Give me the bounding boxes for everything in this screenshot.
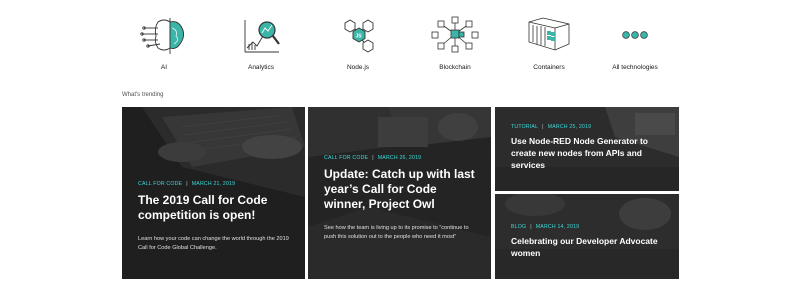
tech-label: Analytics xyxy=(247,64,274,71)
card-content: BLOG | MARCH 14, 2019 Celebrating our Deve… xyxy=(511,224,663,259)
card-meta: CALL FOR CODE | MARCH 21, 2019 xyxy=(138,181,289,187)
meta-separator: | xyxy=(542,124,544,130)
tech-label: All technologies xyxy=(612,64,658,71)
meta-separator: | xyxy=(530,224,532,230)
svg-text:JS: JS xyxy=(356,34,363,40)
card-date: MARCH 26, 2019 xyxy=(377,155,422,161)
tech-label: AI xyxy=(160,64,168,71)
card-category: CALL FOR CODE xyxy=(138,181,183,187)
analytics-magnifier-icon xyxy=(244,20,280,53)
card-content: CALL FOR CODE | MARCH 26, 2019 Update: Cat… xyxy=(324,155,475,242)
card-description: Learn how your code can change the world… xyxy=(138,236,289,251)
card-date: MARCH 14, 2019 xyxy=(535,224,580,230)
meta-separator: | xyxy=(372,155,374,161)
tech-analytics[interactable]: Analytics xyxy=(211,14,311,80)
tech-all[interactable]: All technologies xyxy=(585,14,685,80)
tech-label: Containers xyxy=(533,64,565,71)
tech-blockchain[interactable]: Blockchain xyxy=(405,14,505,80)
blockchain-cubes-icon xyxy=(431,16,479,53)
card-description: See how the team is living up to its pro… xyxy=(324,225,469,240)
card-content: CALL FOR CODE | MARCH 21, 2019 The 2019 Ca… xyxy=(138,181,289,253)
card-title: Use Node-RED Node Generator to create ne… xyxy=(511,136,648,170)
card-title: Celebrating our Developer Advocate women xyxy=(511,236,658,258)
ai-brain-icon xyxy=(140,18,185,54)
card-category: BLOG xyxy=(511,224,527,230)
meta-separator: | xyxy=(186,181,188,187)
nodejs-hexagon-icon: JS xyxy=(344,19,374,53)
card-date: MARCH 25, 2019 xyxy=(547,124,592,130)
trending-card-advocates[interactable]: BLOG | MARCH 14, 2019 Celebrating our Deve… xyxy=(495,194,679,279)
card-meta: BLOG | MARCH 14, 2019 xyxy=(511,224,663,230)
technology-nav: AI Analytics JS Node.js Blockchain Conta… xyxy=(0,0,800,80)
trending-card-project-owl[interactable]: CALL FOR CODE | MARCH 26, 2019 Update: Cat… xyxy=(308,107,491,279)
tech-containers[interactable]: Containers xyxy=(499,14,599,80)
card-meta: TUTORIAL | MARCH 25, 2019 xyxy=(511,124,663,130)
card-category: TUTORIAL xyxy=(511,124,539,130)
card-title: Update: Catch up with last year’s Call f… xyxy=(324,167,475,211)
card-content: TUTORIAL | MARCH 25, 2019 Use Node-RED Nod… xyxy=(511,124,663,171)
dots-icon xyxy=(622,31,648,39)
card-category: CALL FOR CODE xyxy=(324,155,369,161)
tech-label: Node.js xyxy=(346,64,370,71)
card-meta: CALL FOR CODE | MARCH 26, 2019 xyxy=(324,155,475,161)
trending-card-node-red[interactable]: TUTORIAL | MARCH 25, 2019 Use Node-RED Nod… xyxy=(495,107,679,191)
card-date: MARCH 21, 2019 xyxy=(191,181,236,187)
section-title: What's trending xyxy=(122,92,164,98)
tech-nodejs[interactable]: JS Node.js xyxy=(308,14,408,80)
tech-label: Blockchain xyxy=(439,64,471,71)
trending-card-call-for-code[interactable]: CALL FOR CODE | MARCH 21, 2019 The 2019 Ca… xyxy=(122,107,305,279)
card-title: The 2019 Call for Code competition is op… xyxy=(138,193,268,222)
tech-ai[interactable]: AI xyxy=(114,14,214,80)
containers-icon xyxy=(528,17,570,51)
